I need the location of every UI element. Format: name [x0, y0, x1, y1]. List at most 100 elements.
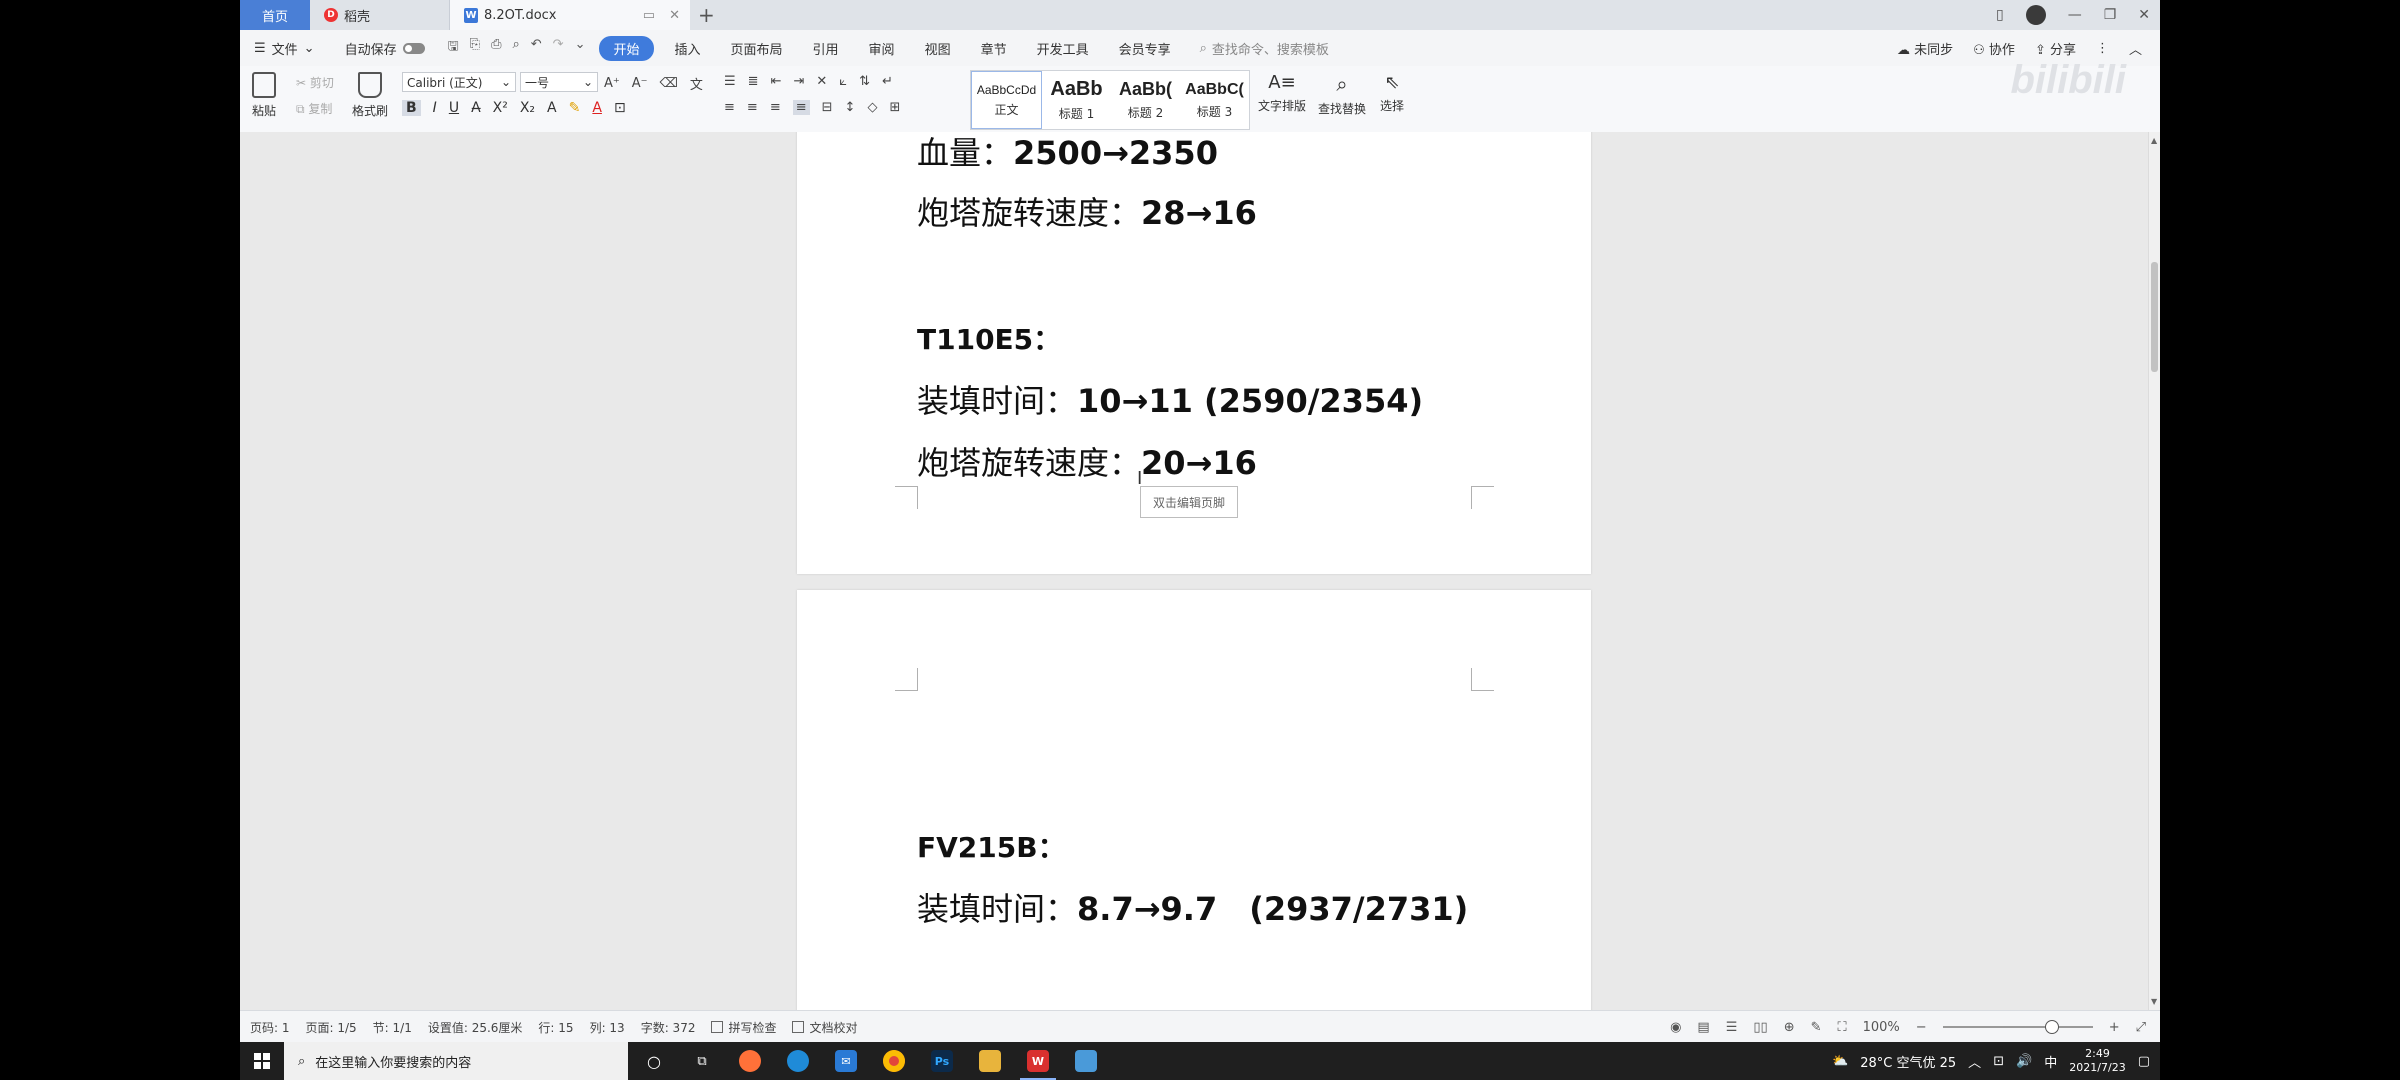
tab-wps-docer[interactable]: D 稻壳	[310, 0, 450, 30]
cortana-button[interactable]: ○	[630, 1042, 678, 1080]
layout-icon[interactable]: ▯	[1996, 7, 2004, 23]
menu-review[interactable]: 审阅	[854, 39, 910, 58]
paste-button[interactable]: 粘贴	[252, 72, 276, 119]
select-button[interactable]: ⇖ 选择	[1380, 72, 1404, 114]
doc-line-reload[interactable]: 装填时间：10→11 (2590/2354)	[917, 376, 1423, 422]
italic-icon[interactable]: I	[433, 100, 437, 116]
taskbar-chrome[interactable]	[870, 1042, 918, 1080]
doc-line-reload[interactable]: 装填时间：8.7→9.7 (2937/2731)	[917, 884, 1468, 930]
taskbar-wps[interactable]: W	[1014, 1042, 1062, 1080]
status-col[interactable]: 列: 13	[582, 1019, 633, 1036]
text-layout-button[interactable]: A≡ 文字排版	[1258, 72, 1306, 114]
doc-heading-t110e5[interactable]: T110E5：	[917, 318, 1061, 358]
document-canvas[interactable]: 血量：2500→2350 炮塔旋转速度：28→16 T110E5： 装填时间：1…	[240, 132, 2160, 1010]
scrollbar-thumb[interactable]	[2151, 262, 2158, 372]
cut-button[interactable]: ✂ 剪切	[296, 74, 334, 91]
justify-icon[interactable]: ≡	[792, 100, 810, 115]
decrease-indent-icon[interactable]: ⇤	[771, 74, 782, 89]
sort-icon[interactable]: ⇅	[859, 74, 870, 89]
status-setting[interactable]: 设置值: 25.6厘米	[420, 1019, 531, 1036]
proofread-button[interactable]: 文档校对	[784, 1019, 865, 1036]
menu-member[interactable]: 会员专享	[1104, 39, 1186, 58]
pen-icon[interactable]: ✎	[1811, 1020, 1822, 1035]
tab-home[interactable]: 首页	[240, 0, 310, 30]
strikethrough-icon[interactable]: A̶	[471, 100, 481, 116]
style-heading-3[interactable]: AaBbC( 标题 3	[1180, 71, 1249, 129]
doc-line-hp[interactable]: 血量：2500→2350	[917, 132, 1218, 174]
volume-icon[interactable]: 🔊	[2016, 1054, 2032, 1069]
zoom-slider-knob[interactable]	[2044, 1020, 2059, 1034]
line-spacing-icon[interactable]: ↕	[845, 100, 856, 115]
close-tab-icon[interactable]: ✕	[669, 8, 680, 23]
autosave-toggle[interactable]: 自动保存	[330, 39, 440, 58]
increase-indent-icon[interactable]: ⇥	[793, 74, 804, 89]
clock[interactable]: 2:49 2021/7/23	[2069, 1047, 2125, 1075]
collapse-ribbon-icon[interactable]: ︿	[2129, 39, 2142, 58]
task-view-button[interactable]: ⧉	[678, 1042, 726, 1080]
minimize-icon[interactable]: —	[2068, 7, 2082, 23]
fullscreen-icon[interactable]: ⤢	[2136, 1020, 2146, 1035]
clear-format-icon[interactable]: ⌫	[660, 76, 678, 91]
pin-icon[interactable]: ▭	[643, 8, 655, 23]
status-row[interactable]: 行: 15	[530, 1019, 581, 1036]
taskbar-app[interactable]	[1062, 1042, 1110, 1080]
font-size-select[interactable]: 一号 ⌄	[520, 72, 598, 92]
align-right-icon[interactable]: ≡	[770, 100, 781, 115]
bullet-list-icon[interactable]: ☰	[724, 74, 736, 89]
menu-view[interactable]: 视图	[910, 39, 966, 58]
command-search[interactable]: ⌕ 查找命令、搜索模板	[1186, 39, 1329, 58]
read-view-icon[interactable]: ▯▯	[1753, 1020, 1767, 1035]
undo-icon[interactable]: ↶	[531, 37, 542, 59]
status-words[interactable]: 字数: 372	[633, 1019, 704, 1036]
numbered-list-icon[interactable]: ≣	[748, 74, 759, 89]
start-button[interactable]	[240, 1042, 284, 1080]
document-page[interactable]: 血量：2500→2350 炮塔旋转速度：28→16 T110E5： 装填时间：1…	[797, 132, 1591, 574]
print-preview-icon[interactable]: ⌕	[512, 37, 519, 59]
notification-icon[interactable]: ▢	[2138, 1054, 2150, 1069]
shading-icon[interactable]: ◇	[867, 100, 877, 115]
zoom-out-icon[interactable]: −	[1916, 1020, 1927, 1035]
doc-line-turret-speed-2[interactable]: 炮塔旋转速度：20→16	[917, 438, 1257, 484]
menu-section[interactable]: 章节	[966, 39, 1022, 58]
doc-heading-fv215b[interactable]: FV215B：	[917, 826, 1066, 866]
customize-icon[interactable]: ⌄	[575, 37, 586, 59]
web-view-icon[interactable]: ⊕	[1784, 1020, 1795, 1035]
zoom-in-icon[interactable]: +	[2109, 1020, 2120, 1035]
new-tab-button[interactable]: +	[698, 3, 715, 27]
font-name-select[interactable]: Calibri (正文) ⌄	[402, 72, 516, 92]
grow-font-icon[interactable]: A⁺	[604, 76, 620, 91]
collab-button[interactable]: ⚇ 协作	[1973, 39, 2015, 58]
phonetic-icon[interactable]: 文	[690, 74, 703, 93]
sync-button[interactable]: ☁ 未同步	[1897, 39, 1953, 58]
status-pages[interactable]: 页面: 1/5	[298, 1019, 365, 1036]
style-normal[interactable]: AaBbCcDd 正文	[971, 71, 1042, 129]
zoom-level[interactable]: 100%	[1863, 1020, 1900, 1035]
tab-document[interactable]: W 8.2OT.docx ▭ ✕	[450, 0, 690, 30]
document-page[interactable]: FV215B： 装填时间：8.7→9.7 (2937/2731)	[797, 590, 1591, 1010]
more-icon[interactable]: ⋮	[2096, 41, 2109, 56]
close-window-icon[interactable]: ✕	[2138, 7, 2150, 23]
underline-icon[interactable]: U	[449, 100, 459, 116]
shrink-font-icon[interactable]: A⁻	[632, 76, 648, 91]
highlight-icon[interactable]: ✎	[569, 100, 581, 116]
taskbar-mail[interactable]: ✉	[822, 1042, 870, 1080]
bold-icon[interactable]: B	[402, 100, 421, 116]
format-painter-button[interactable]: 格式刷	[352, 72, 388, 119]
style-heading-2[interactable]: AaBb( 标题 2	[1111, 71, 1180, 129]
font-color-icon[interactable]: A	[592, 100, 602, 116]
vertical-scrollbar[interactable]: ▲ ▼	[2148, 132, 2160, 1010]
chinese-layout-icon[interactable]: ✕	[816, 74, 827, 89]
scroll-down-icon[interactable]: ▼	[2151, 997, 2157, 1006]
taskbar-search[interactable]: ⌕ 在这里输入你要搜索的内容	[284, 1042, 628, 1080]
zoom-slider[interactable]	[1942, 1020, 2093, 1034]
subscript-icon[interactable]: X₂	[520, 100, 535, 116]
network-icon[interactable]: ⊡	[1993, 1054, 2004, 1069]
scroll-up-icon[interactable]: ▲	[2151, 136, 2157, 145]
tray-expand-icon[interactable]: ︿	[1968, 1052, 1981, 1071]
taskbar-edge[interactable]	[774, 1042, 822, 1080]
borders-icon[interactable]: ⊞	[889, 100, 900, 115]
status-section[interactable]: 节: 1/1	[365, 1019, 420, 1036]
copy-button[interactable]: ⧉ 复制	[296, 100, 332, 117]
print-icon[interactable]: ⎙	[491, 37, 501, 59]
distribute-icon[interactable]: ⊟	[822, 100, 833, 115]
